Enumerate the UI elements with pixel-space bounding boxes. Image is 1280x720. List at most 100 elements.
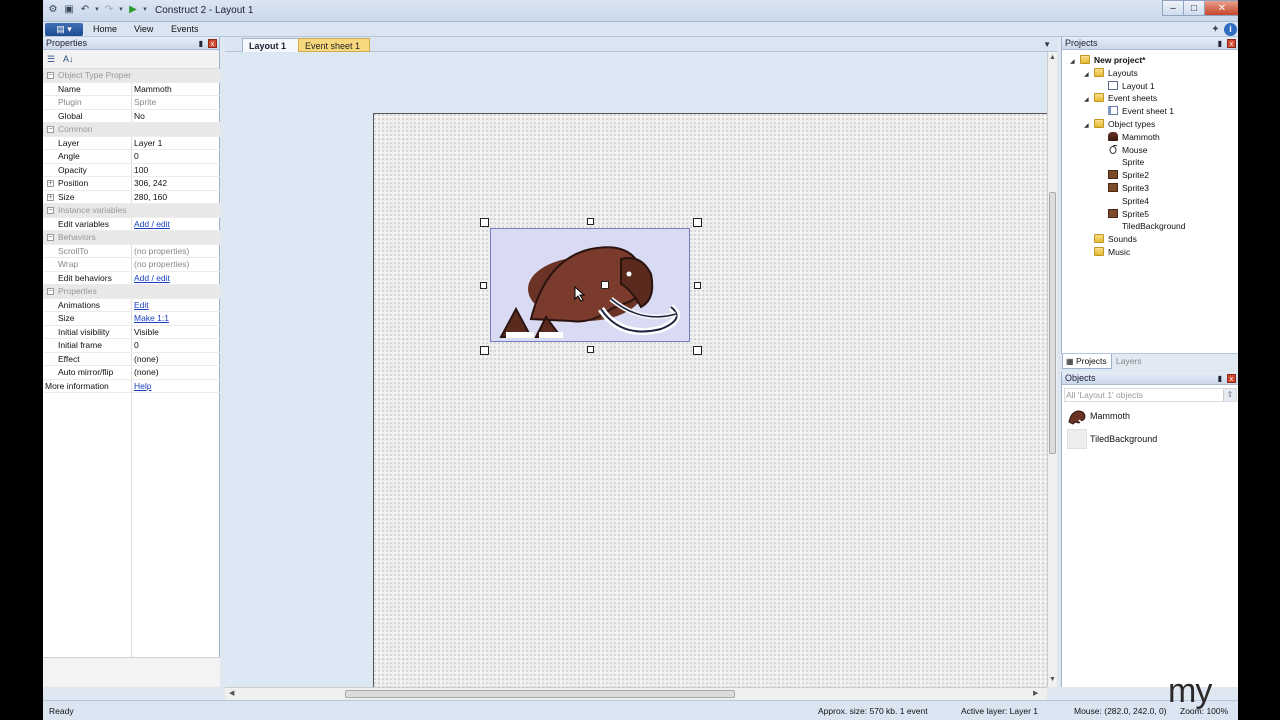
expand-icon[interactable]: + bbox=[47, 180, 54, 187]
expand-icon[interactable]: + bbox=[47, 193, 54, 201]
property-row[interactable]: Size Make 1:1 bbox=[43, 312, 220, 326]
tree-item-sprite5[interactable]: Sprite5 bbox=[1098, 208, 1149, 220]
tab-layers[interactable]: Layers bbox=[1113, 354, 1146, 369]
property-row[interactable]: + Position 306, 242 bbox=[43, 177, 220, 191]
tree-collapse-icon[interactable]: ◢ bbox=[1084, 69, 1094, 81]
property-row[interactable]: Opacity 100 bbox=[43, 163, 220, 178]
property-link[interactable]: Add / edit bbox=[134, 272, 170, 286]
mammoth-sprite[interactable] bbox=[490, 228, 690, 342]
property-value[interactable]: Mammoth bbox=[134, 83, 172, 97]
tree-collapse-icon[interactable]: ◢ bbox=[1084, 120, 1094, 132]
property-link[interactable]: Edit bbox=[134, 299, 149, 313]
run-layout-icon[interactable]: ▶ bbox=[127, 4, 139, 16]
property-row[interactable]: Global No bbox=[43, 109, 220, 123]
close-panel-icon[interactable]: x bbox=[208, 39, 217, 48]
property-value[interactable]: 100 bbox=[134, 164, 148, 178]
file-menu-button[interactable]: ▤ ▾ bbox=[45, 23, 83, 36]
property-link[interactable]: Help bbox=[134, 380, 151, 394]
collapse-icon[interactable]: − bbox=[47, 126, 54, 133]
categorized-sort-icon[interactable]: ☰ bbox=[47, 54, 55, 65]
property-row[interactable]: Initial frame 0 bbox=[43, 339, 220, 353]
property-row[interactable]: Wrap (no properties) bbox=[43, 258, 220, 272]
tree-collapse-icon[interactable]: ◢ bbox=[1084, 94, 1094, 106]
property-value[interactable]: Sprite bbox=[134, 96, 156, 110]
resize-handle-sw[interactable] bbox=[480, 346, 489, 355]
minimize-button[interactable]: – bbox=[1162, 0, 1184, 16]
maximize-button[interactable]: □ bbox=[1183, 0, 1205, 16]
property-row[interactable]: Layer Layer 1 bbox=[43, 136, 220, 151]
property-row[interactable]: Angle 0 bbox=[43, 150, 220, 164]
layout-vertical-scrollbar[interactable]: ▲ ▼ bbox=[1047, 52, 1057, 687]
tree-item-sprite3[interactable]: Sprite3 bbox=[1098, 182, 1149, 194]
redo-icon[interactable]: ↷ bbox=[103, 4, 115, 16]
property-category[interactable]: −Object Type Properties bbox=[43, 69, 220, 83]
tree-item-sounds[interactable]: Sounds bbox=[1084, 233, 1137, 245]
layout-view[interactable] bbox=[225, 52, 1047, 687]
property-row[interactable]: + Size 280, 160 bbox=[43, 190, 220, 205]
pin-icon[interactable]: ▮ bbox=[1218, 372, 1222, 385]
tree-item-sprite[interactable]: Sprite bbox=[1098, 156, 1144, 168]
collapse-icon[interactable]: − bbox=[47, 207, 54, 214]
property-row[interactable]: ScrollTo (no properties) bbox=[43, 244, 220, 258]
resize-handle-e[interactable] bbox=[694, 282, 701, 289]
customize-toolbar-icon[interactable]: ▾ bbox=[139, 4, 151, 16]
resize-handle-n[interactable] bbox=[587, 218, 594, 225]
property-row[interactable]: Initial visibility Visible bbox=[43, 325, 220, 340]
tree-item-object-types[interactable]: ◢ Object types bbox=[1084, 118, 1155, 130]
property-link[interactable]: Make 1:1 bbox=[134, 312, 169, 326]
layout-horizontal-scrollbar[interactable]: ◀ ▶ bbox=[225, 687, 1047, 700]
scroll-right-icon[interactable]: ▶ bbox=[1033, 689, 1038, 697]
undo-dropdown-icon[interactable]: ▾ bbox=[91, 4, 103, 16]
property-category[interactable]: − Instance variables bbox=[43, 204, 220, 218]
property-value[interactable]: (none) bbox=[134, 366, 159, 380]
property-value[interactable]: 280, 160 bbox=[134, 191, 167, 205]
property-value[interactable]: 0 bbox=[134, 150, 139, 164]
resize-handle-se[interactable] bbox=[693, 346, 702, 355]
property-category[interactable]: − Behaviors bbox=[43, 231, 220, 245]
resize-handle-w[interactable] bbox=[480, 282, 487, 289]
menu-home[interactable]: Home bbox=[93, 24, 117, 34]
collapse-icon[interactable]: − bbox=[47, 288, 54, 295]
horizontal-scroll-thumb[interactable] bbox=[345, 690, 735, 698]
tab-list-dropdown-icon[interactable]: ▼ bbox=[1043, 40, 1051, 49]
property-value[interactable]: Visible bbox=[134, 326, 159, 340]
close-button[interactable]: ✕ bbox=[1204, 0, 1238, 16]
filter-up-icon[interactable]: ⇧ bbox=[1223, 389, 1236, 401]
tree-item-new-project[interactable]: ◢ New project* bbox=[1070, 54, 1146, 66]
save-icon[interactable]: ▣ bbox=[63, 4, 75, 16]
property-category[interactable]: − Properties bbox=[43, 285, 220, 299]
tab-event-sheet-1[interactable]: Event sheet 1 bbox=[298, 38, 370, 52]
object-item-tiledbackground[interactable]: TiledBackground bbox=[1064, 428, 1237, 450]
collapse-icon[interactable]: − bbox=[47, 234, 54, 241]
tree-item-event-sheets[interactable]: ◢ Event sheets bbox=[1084, 92, 1157, 104]
origin-point-handle[interactable] bbox=[601, 281, 609, 289]
property-category[interactable]: − Common bbox=[43, 123, 220, 137]
tree-item-sprite4[interactable]: Sprite4 bbox=[1098, 195, 1149, 207]
tree-item-sprite2[interactable]: Sprite2 bbox=[1098, 169, 1149, 181]
scroll-left-icon[interactable]: ◀ bbox=[229, 689, 234, 697]
property-value[interactable]: Layer 1 bbox=[134, 137, 162, 151]
property-row[interactable]: Name Mammoth bbox=[43, 82, 220, 97]
property-value[interactable]: 306, 242 bbox=[134, 177, 167, 191]
property-row[interactable]: Edit behaviors Add / edit bbox=[43, 271, 220, 286]
undo-icon[interactable]: ↶ bbox=[79, 4, 91, 16]
tree-item-tiledbackground[interactable]: TiledBackground bbox=[1098, 220, 1185, 232]
resize-handle-s[interactable] bbox=[587, 346, 594, 353]
pin-icon[interactable]: ▮ bbox=[199, 37, 203, 50]
property-link[interactable]: Add / edit bbox=[134, 218, 170, 232]
property-row[interactable]: Edit variables Add / edit bbox=[43, 217, 220, 232]
resize-handle-ne[interactable] bbox=[693, 218, 702, 227]
tab-projects[interactable]: ▦ Projects bbox=[1062, 354, 1112, 369]
tree-item-music[interactable]: Music bbox=[1084, 246, 1130, 258]
tree-item-layouts[interactable]: ◢ Layouts bbox=[1084, 67, 1138, 79]
close-panel-icon[interactable]: x bbox=[1227, 39, 1236, 48]
tree-collapse-icon[interactable]: ◢ bbox=[1070, 56, 1080, 68]
close-panel-icon[interactable]: x bbox=[1227, 374, 1236, 383]
property-value[interactable]: (no properties) bbox=[134, 258, 189, 272]
tree-item-layout-1[interactable]: Layout 1 bbox=[1098, 80, 1155, 92]
property-row[interactable]: Animations Edit bbox=[43, 298, 220, 313]
menu-view[interactable]: View bbox=[134, 24, 153, 34]
vertical-scroll-thumb[interactable] bbox=[1049, 192, 1056, 454]
help-icon[interactable]: i bbox=[1224, 23, 1237, 36]
object-item-mammoth[interactable]: Mammoth bbox=[1064, 405, 1237, 427]
